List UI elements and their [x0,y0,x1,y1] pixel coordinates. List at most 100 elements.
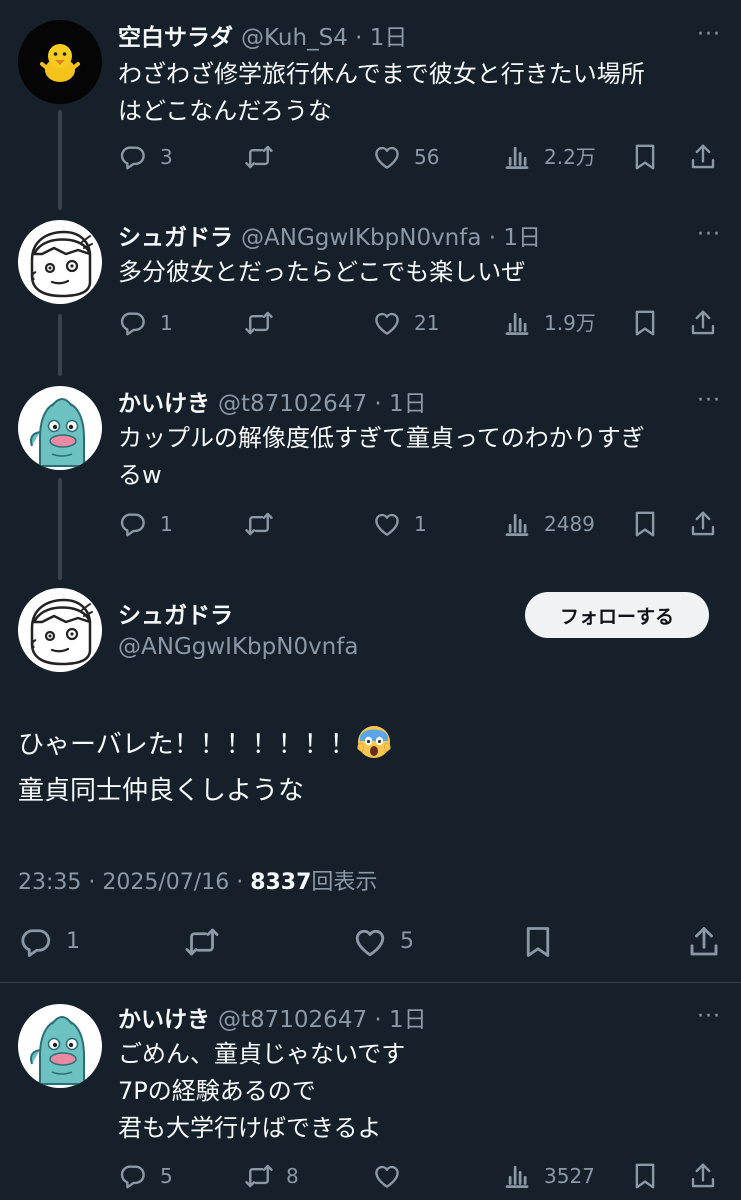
share-button[interactable] [688,140,730,174]
reply-icon [118,142,148,172]
share-button[interactable] [688,1159,730,1193]
reply-button[interactable]: 1 [118,306,173,340]
reply-icon [118,509,148,539]
avatar[interactable] [18,220,102,304]
more-options-icon[interactable]: ··· [697,1004,721,1029]
retweet-button[interactable]: 8 [244,1159,299,1193]
like-button[interactable] [372,1159,414,1193]
retweet-button[interactable] [244,306,286,340]
main-tweet-line: 童貞同士仲良くしような [18,776,305,806]
views-icon [502,509,532,539]
share-button[interactable] [688,306,730,340]
bookmark-icon [630,509,660,539]
author-name[interactable]: シュガドラ [118,596,233,630]
like-button[interactable]: 1 [372,507,427,541]
retweet-icon [244,142,274,172]
post-date[interactable]: 2025/07/16 [102,870,229,895]
handle[interactable]: @ANGgwIKbpN0vnfa · 1日 [241,225,541,251]
tweet[interactable]: かいけき @t87102647 · 1日 ··· ごめん、童貞じゃないです 7Pの… [0,984,741,1200]
handle[interactable]: @t87102647 · 1日 [218,391,427,417]
handle[interactable]: @t87102647 · 1日 [218,1007,427,1033]
views-button[interactable]: 3527 [502,1159,595,1193]
more-options-icon[interactable]: ··· [697,388,721,413]
tweet-header: シュガドラ @ANGgwIKbpN0vnfa · 1日 ··· [118,218,721,252]
views-button[interactable]: 1.9万 [502,306,596,340]
like-button[interactable]: 5 [352,922,414,962]
more-options-icon[interactable]: ··· [697,222,721,247]
share-button[interactable] [688,507,730,541]
reply-icon [118,308,148,338]
like-icon [372,1161,402,1191]
avatar[interactable] [18,588,102,672]
bookmark-button[interactable] [630,140,672,174]
action-bar: 1 1 2489 [118,507,721,541]
handle[interactable]: @Kuh_S4 · 1日 [241,25,407,51]
retweet-icon [244,509,274,539]
like-button[interactable]: 56 [372,140,439,174]
bookmark-icon [630,308,660,338]
tweet[interactable]: シュガドラ @ANGgwIKbpN0vnfa · 1日 ··· 多分彼女とだったら… [0,198,741,364]
views-button[interactable]: 2489 [502,507,595,541]
cartoon-boy-avatar-icon [18,220,102,304]
timestamp-and-views: 23:35 · 2025/07/16 · 8337回表示 [18,870,378,895]
view-count: 8337 [250,870,312,895]
main-action-bar: 1 5 [18,922,723,962]
views-label: 回表示 [311,870,378,895]
share-icon [686,924,722,960]
share-icon [688,142,718,172]
main-tweet: シュガドラ @ANGgwIKbpN0vnfa フォローする ひゃーバレた！！！！… [0,580,741,980]
bookmark-button[interactable] [630,306,672,340]
tweet[interactable]: 空白サラダ @Kuh_S4 · 1日 ··· わざわざ修学旅行休んでまで彼女と行き… [0,0,741,196]
avatar[interactable] [18,1004,102,1088]
display-name[interactable]: 空白サラダ [118,25,233,51]
bookmark-icon [630,142,660,172]
retweet-icon [244,1161,274,1191]
display-name[interactable]: かいけき [118,1007,210,1033]
like-icon [352,924,388,960]
retweet-icon [184,924,220,960]
follow-button[interactable]: フォローする [525,592,709,638]
bookmark-button[interactable] [630,507,672,541]
share-button[interactable] [686,922,734,962]
retweet-button[interactable] [184,922,232,962]
display-name[interactable]: シュガドラ [118,225,233,251]
action-bar: 5 8 3527 [118,1159,721,1193]
duck-avatar-icon [18,20,102,104]
reply-button[interactable]: 5 [118,1159,173,1193]
main-tweet-line: ひゃーバレた！！！！！！！ [18,722,721,768]
like-icon [372,509,402,539]
tweet-header: かいけき @t87102647 · 1日 ··· [118,1000,721,1034]
hangyodon-avatar-icon [18,1004,102,1088]
post-time[interactable]: 23:35 [18,870,81,895]
action-bar: 3 56 2.2万 [118,140,721,174]
reply-button[interactable]: 1 [18,922,80,962]
author-handle[interactable]: @ANGgwIKbpN0vnfa [118,634,358,660]
screaming-face-emoji-icon [356,723,392,759]
bookmark-button[interactable] [630,1159,672,1193]
reply-button[interactable]: 1 [118,507,173,541]
retweet-icon [244,308,274,338]
retweet-button[interactable] [244,140,286,174]
tweet-header: 空白サラダ @Kuh_S4 · 1日 ··· [118,18,721,52]
more-options-icon[interactable]: ··· [697,22,721,47]
views-icon [502,308,532,338]
tweet-text: カップルの解像度低すぎて童貞ってのわかりすぎ るw [118,424,645,489]
action-bar: 1 21 1.9万 [118,306,721,340]
tweet-text: ごめん、童貞じゃないです 7Pの経験あるので 君も大学行けばできるよ [118,1040,406,1142]
reply-icon [18,924,54,960]
divider [0,982,741,983]
cartoon-boy-avatar-icon [18,588,102,672]
like-icon [372,142,402,172]
tweet[interactable]: かいけき @t87102647 · 1日 ··· カップルの解像度低すぎて童貞って… [0,364,741,574]
avatar[interactable] [18,386,102,470]
display-name[interactable]: かいけき [118,391,210,417]
hangyodon-avatar-icon [18,386,102,470]
views-button[interactable]: 2.2万 [502,140,596,174]
like-icon [372,308,402,338]
like-button[interactable]: 21 [372,306,439,340]
retweet-button[interactable] [244,507,286,541]
avatar[interactable] [18,20,102,104]
views-icon [502,142,532,172]
bookmark-button[interactable] [520,922,568,962]
reply-button[interactable]: 3 [118,140,173,174]
